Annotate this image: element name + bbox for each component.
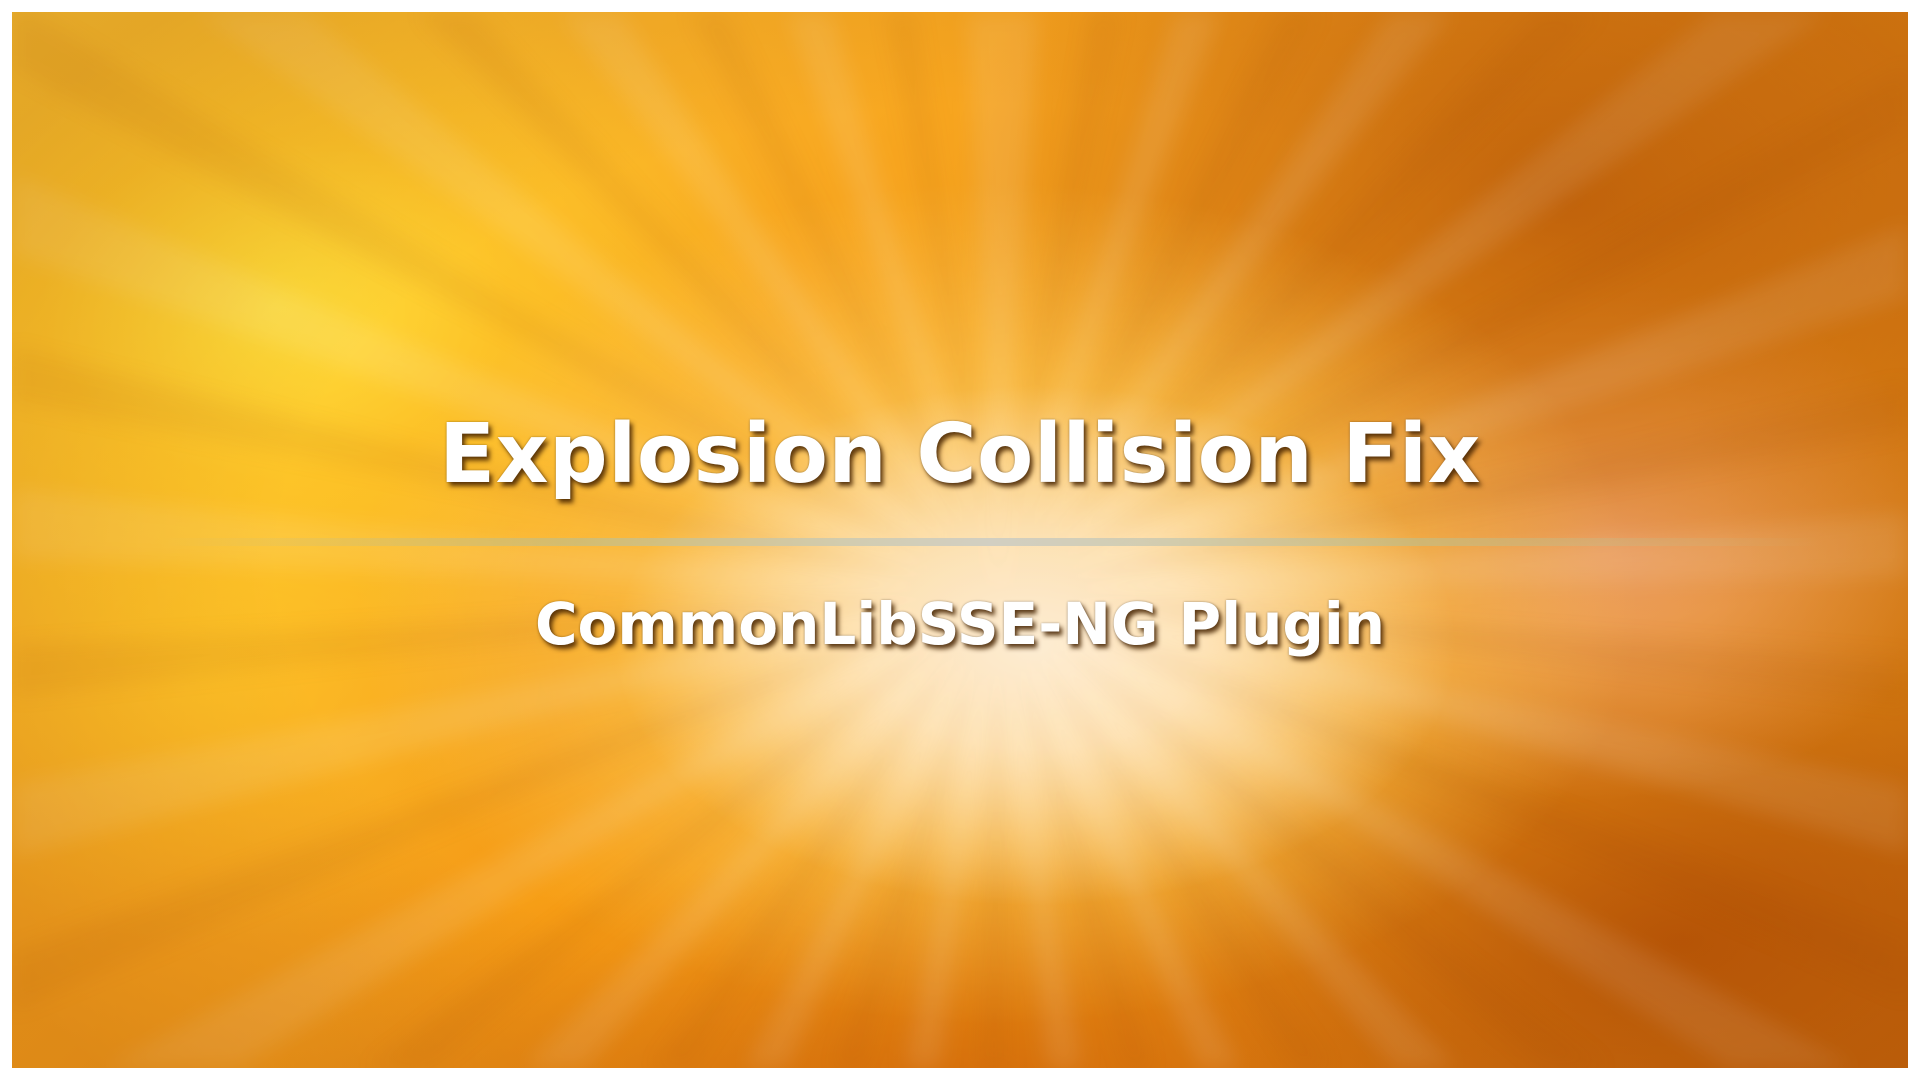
banner-title: Explosion Collision Fix — [439, 407, 1481, 502]
title-divider — [160, 538, 1820, 546]
banner-subtitle: CommonLibSSE-NG Plugin — [534, 590, 1386, 658]
